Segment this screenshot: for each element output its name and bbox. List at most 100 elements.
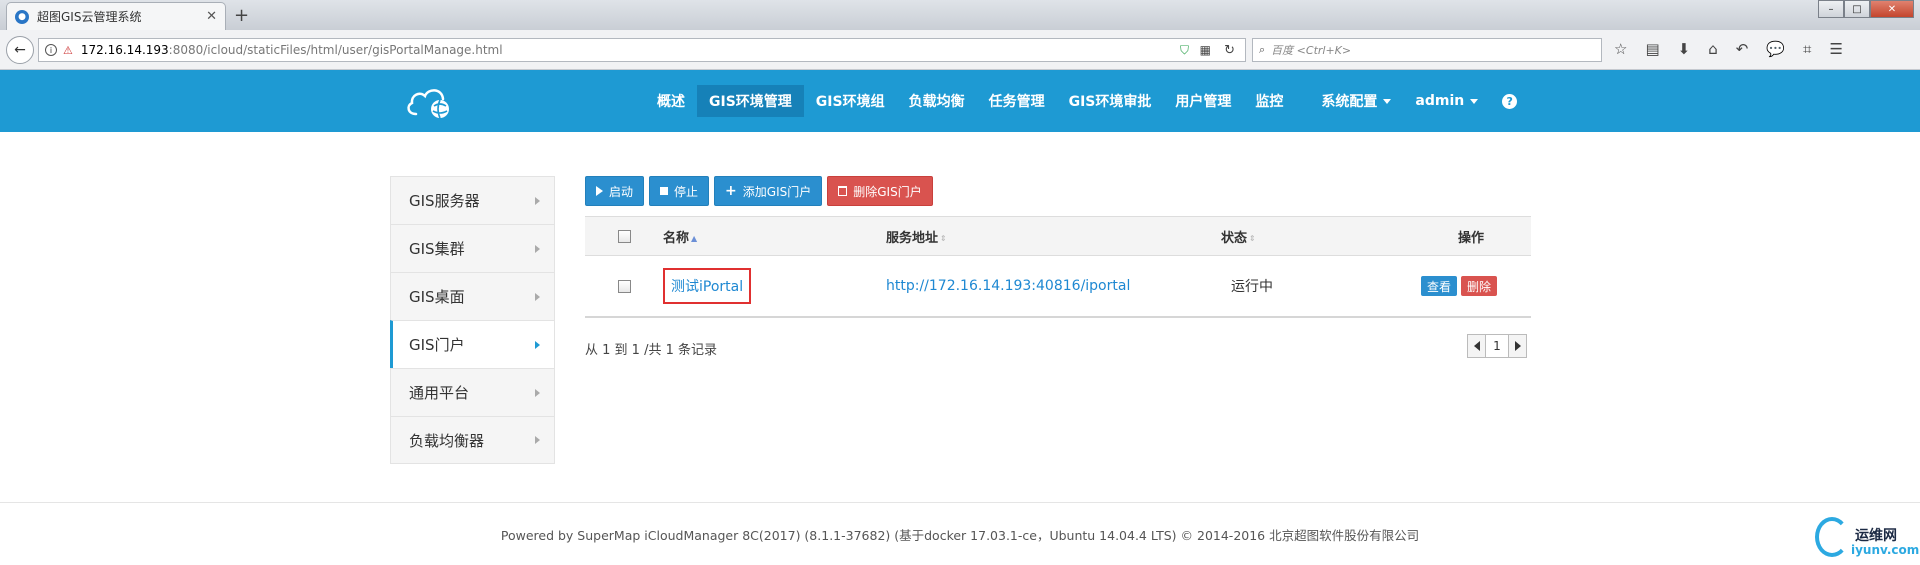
delete-portal-button[interactable]: 删除GIS门户: [827, 176, 933, 206]
address-cell: http://172.16.14.193:40816/iportal: [886, 278, 1221, 294]
watermark-title: 运维网: [1855, 528, 1897, 544]
nav-gis-env-manage[interactable]: GIS环境管理: [697, 85, 804, 117]
column-header-address[interactable]: 服务地址 ⇕: [886, 227, 1221, 246]
nav-help[interactable]: ?: [1490, 85, 1529, 117]
chevron-right-icon: [535, 244, 540, 253]
nav-label: GIS环境组: [815, 94, 885, 110]
sidebar-item-general-platform[interactable]: 通用平台: [390, 368, 555, 416]
ops-cell: 查看 删除: [1387, 276, 1531, 296]
row-checkbox[interactable]: [617, 279, 631, 293]
start-button[interactable]: 启动: [585, 176, 645, 206]
sidebar-item-gis-portal[interactable]: GIS门户: [390, 320, 555, 368]
watermark-sub: iyunv.com: [1851, 543, 1920, 557]
nav-label: 系统配置: [1321, 94, 1378, 110]
new-tab-button[interactable]: +: [234, 5, 249, 26]
nav-gis-env-group[interactable]: GIS环境组: [804, 85, 897, 117]
nav-load-balance[interactable]: 负载均衡: [897, 85, 977, 117]
search-input[interactable]: ⌕ 百度 <Ctrl+K>: [1252, 38, 1602, 62]
prev-page-button[interactable]: [1467, 334, 1486, 358]
nav-overview[interactable]: 概述: [645, 85, 697, 117]
browser-titlebar: ● 超图GIS云管理系统 ✕ + – □ ✕: [0, 0, 1920, 30]
portal-table: 名称 ▲ 服务地址 ⇕ 状态 ⇕ 操作 测试iPortal http://172.16…: [585, 216, 1531, 318]
reading-list-icon[interactable]: ▤: [1645, 40, 1659, 58]
add-label: 添加GIS门户: [742, 184, 812, 199]
sidebar-item-gis-server[interactable]: GIS服务器: [390, 176, 555, 224]
crop-icon[interactable]: ⌗: [1803, 40, 1811, 58]
nav-user-manage[interactable]: 用户管理: [1163, 85, 1243, 117]
play-icon: [596, 186, 603, 196]
nav-gis-env-approval[interactable]: GIS环境审批: [1057, 85, 1164, 117]
row-check-cell: [585, 279, 663, 293]
nav-label: GIS环境审批: [1068, 94, 1152, 110]
browser-tab[interactable]: ● 超图GIS云管理系统 ✕: [6, 2, 226, 30]
download-icon[interactable]: ⬇: [1678, 40, 1691, 58]
globe-icon: ●: [15, 9, 29, 24]
menu-icon[interactable]: ☰: [1829, 40, 1842, 58]
sidebar: GIS服务器 GIS集群 GIS桌面 GIS门户 通用平台 负载均衡器: [390, 176, 555, 464]
watermark: 运维网 iyunv.com: [1815, 517, 1919, 561]
column-header-status[interactable]: 状态 ⇕: [1221, 227, 1387, 246]
sidebar-item-label: GIS服务器: [409, 192, 480, 210]
nav-label: 监控: [1255, 94, 1284, 110]
shield-icon[interactable]: ⛉: [1180, 43, 1189, 58]
search-icon: ⌕: [1259, 43, 1266, 56]
name-cell: 测试iPortal: [663, 268, 886, 304]
stop-button[interactable]: 停止: [649, 176, 710, 206]
portal-address-link[interactable]: http://172.16.14.193:40816/iportal: [886, 278, 1130, 294]
address-bar[interactable]: i ⚠ 172.16.14.193 :8080/icloud/staticFil…: [38, 38, 1246, 62]
sort-asc-icon: ▲: [691, 233, 698, 243]
reload-icon[interactable]: ↻: [1224, 43, 1235, 58]
sidebar-item-label: 通用平台: [409, 384, 470, 402]
caret-down-icon: [1383, 98, 1392, 104]
sidebar-item-gis-cluster[interactable]: GIS集群: [390, 224, 555, 272]
sort-icon: ⇕: [940, 233, 947, 243]
portal-name-link[interactable]: 测试iPortal: [663, 268, 752, 304]
sidebar-item-label: GIS集群: [409, 240, 465, 258]
back-button[interactable]: ←: [6, 36, 34, 64]
footer: Powered by SuperMap iCloudManager 8C(201…: [0, 502, 1920, 565]
page-number[interactable]: 1: [1486, 334, 1508, 358]
header-label: 状态: [1221, 230, 1248, 246]
nav-task-manage[interactable]: 任务管理: [977, 85, 1057, 117]
browser-toolbar-icons: ☆ ▤ ⬇ ⌂ ↶ 💬 ⌗ ☰: [1614, 40, 1843, 58]
chevron-right-icon: [535, 388, 540, 397]
chevron-right-icon: [535, 196, 540, 205]
chevron-right-icon: [535, 292, 540, 301]
window-close-button[interactable]: ✕: [1870, 0, 1914, 18]
select-all-checkbox[interactable]: [617, 229, 631, 243]
add-portal-button[interactable]: + 添加GIS门户: [714, 176, 823, 206]
column-header-name[interactable]: 名称 ▲: [663, 227, 886, 246]
sidebar-item-gis-desktop[interactable]: GIS桌面: [390, 272, 555, 320]
undo-icon[interactable]: ↶: [1736, 40, 1749, 58]
chevron-right-icon: [535, 436, 540, 444]
minimize-button[interactable]: –: [1818, 0, 1844, 18]
home-icon[interactable]: ⌂: [1708, 40, 1718, 58]
next-page-button[interactable]: [1508, 334, 1527, 358]
sidebar-item-load-balancer[interactable]: 负载均衡器: [390, 416, 555, 464]
portal-toolbar: 启动 停止 + 添加GIS门户 删除GIS门户: [585, 176, 933, 206]
sort-icon: ⇕: [1249, 233, 1256, 243]
maximize-button[interactable]: □: [1844, 0, 1870, 18]
view-button[interactable]: 查看: [1420, 276, 1457, 296]
row-delete-button[interactable]: 删除: [1461, 276, 1498, 296]
nav-label: GIS环境管理: [709, 94, 792, 110]
bookmark-star-icon[interactable]: ☆: [1614, 40, 1627, 58]
info-icon[interactable]: i: [45, 44, 57, 56]
nav-admin-menu[interactable]: admin: [1403, 85, 1490, 117]
nav-label: admin: [1415, 93, 1465, 109]
watermark-logo-icon: [1815, 517, 1849, 557]
window-controls: – □ ✕: [1818, 0, 1914, 18]
chat-icon[interactable]: 💬: [1766, 40, 1785, 58]
stop-label: 停止: [674, 184, 699, 199]
cloud-globe-logo-icon[interactable]: [404, 82, 456, 120]
qr-code-icon[interactable]: ▦: [1200, 43, 1211, 57]
sidebar-item-label: 负载均衡器: [409, 431, 485, 450]
triangle-left-icon: [1473, 341, 1480, 351]
table-row: 测试iPortal http://172.16.14.193:40816/ipo…: [585, 256, 1531, 318]
back-arrow-icon: ←: [14, 42, 26, 58]
delete-label: 删除GIS门户: [853, 184, 922, 199]
nav-monitor[interactable]: 监控: [1243, 85, 1295, 117]
nav-system-config[interactable]: 系统配置: [1309, 85, 1403, 117]
tab-close-icon[interactable]: ✕: [206, 9, 217, 24]
tab-title: 超图GIS云管理系统: [37, 10, 142, 24]
